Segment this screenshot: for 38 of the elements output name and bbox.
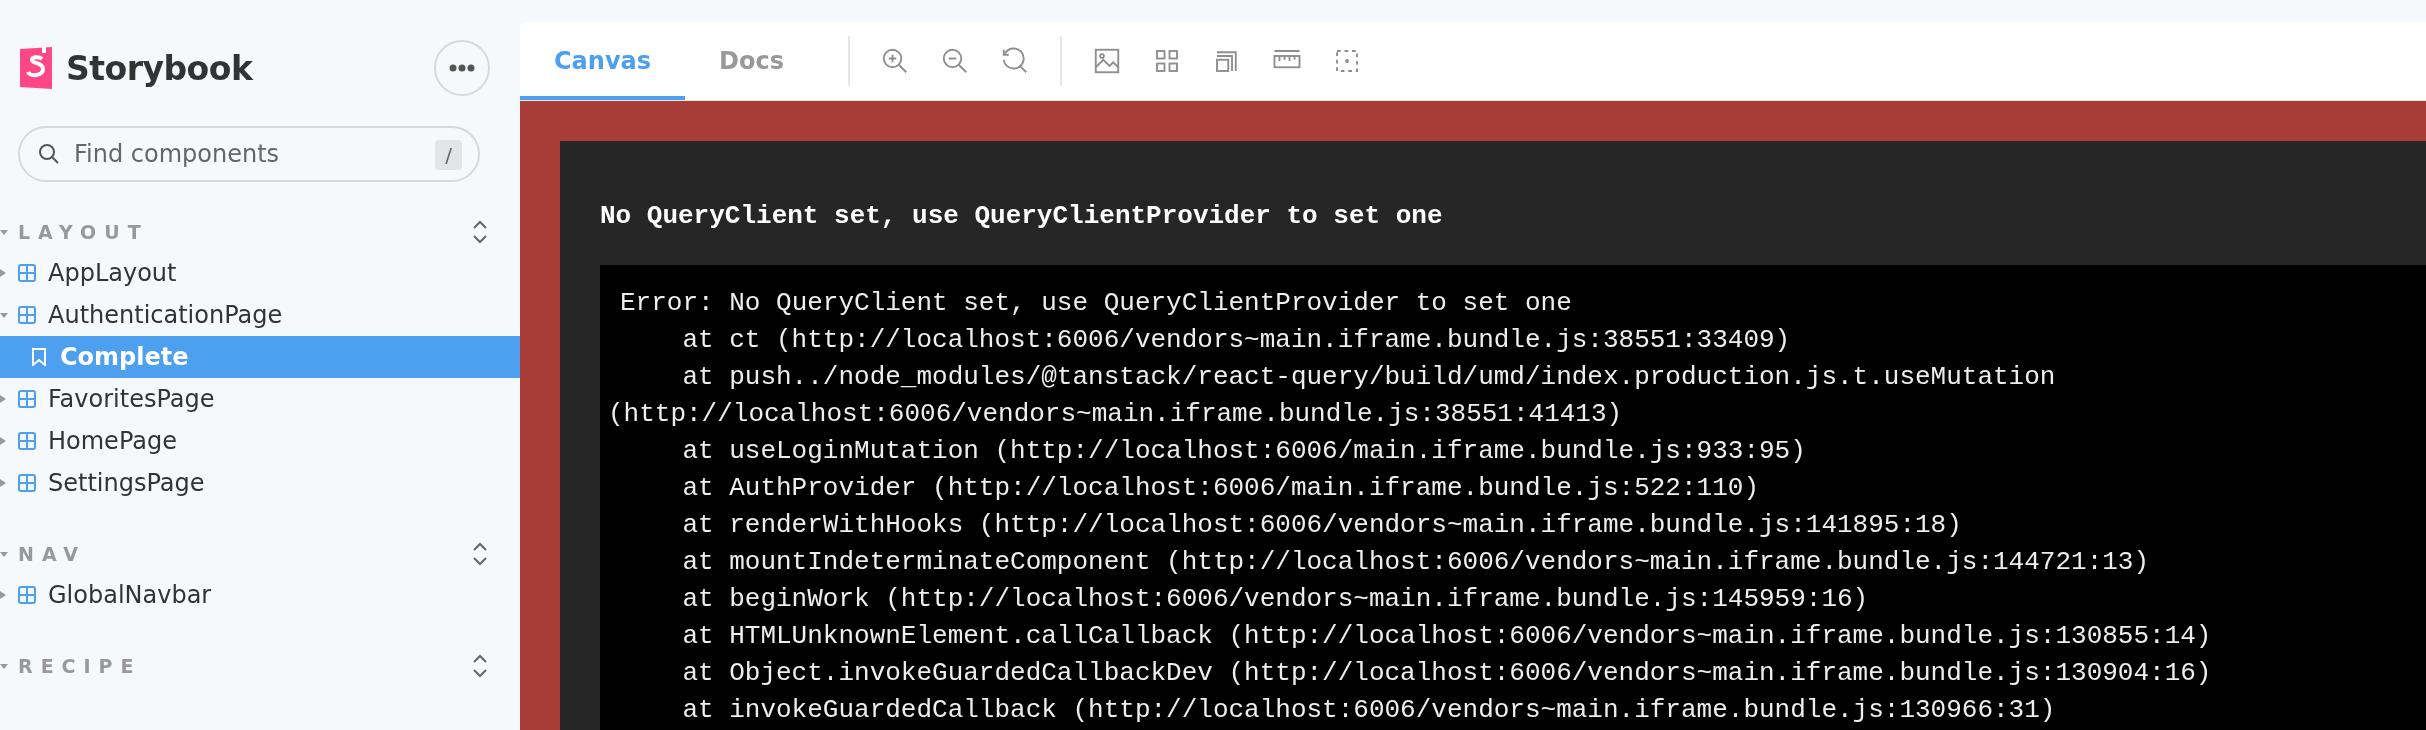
stack-trace-line: (http://localhost:6006/vendors~main.iframe.bundle.js:38551:41413) [608,398,1623,431]
caret-icon [0,550,8,558]
stack-trace-line: at useLoginMutation (http://localhost:6006/main.iframe.bundle.js:933:95) [681,435,1806,468]
tree-item[interactable]: SettingsPage [0,462,520,504]
stack-trace-line: at mountIndeterminateComponent (http://localhost:6006/vendors~main.iframe.bundle.js:144721:13) [681,546,2150,579]
stack-trace-line: Error: No QueryClient set, use QueryClientProvider to set one [620,287,1572,320]
stack-trace-line: at Object.invokeGuardedCallbackDev (http://localhost:6006/vendors~main.iframe.bundle.js:130904:16) [681,657,2212,690]
tree-item[interactable]: FavoritesPage [0,378,520,420]
stack-trace-line: at AuthProvider (http://localhost:6006/main.iframe.bundle.js:522:110) [681,472,1759,505]
stack-trace-line: at beginWork (http://localhost:6006/vendors~main.iframe.bundle.js:145959:16) [681,583,1869,616]
stack-trace-line: at HTMLUnknownElement.callCallback (http://localhost:6006/vendors~main.iframe.bundle.js:130855:14) [681,620,2212,653]
stack-trace-line: at ct (http://localhost:6006/vendors~main.iframe.bundle.js:38551:33409) [681,324,1791,357]
error-title: No QueryClient set, use QueryClientProvider to set one [600,201,1444,233]
component-icon [18,390,36,408]
stack-trace-line: at renderWithHooks (http://localhost:6006/vendors~main.iframe.bundle.js:141895:18) [681,509,1962,542]
component-icon [18,264,36,282]
tree-item[interactable]: AuthenticationPage [0,294,520,336]
brand-name: Storybook [66,48,255,88]
stack-trace-line: at push../node_modules/@tanstack/react-query/build/umd/index.production.js.t.useMutation [681,361,2056,394]
logo-icon [18,46,54,90]
shortcut-key: / [435,140,462,170]
tree-item[interactable]: AppLayout [0,252,520,294]
component-icon [18,306,36,324]
tree-item[interactable]: HomePage [0,420,520,462]
search-icon [38,143,60,165]
component-icon [18,474,36,492]
expand-collapse-icon[interactable] [472,541,488,567]
more-icon [449,64,475,72]
stack-trace-line: at invokeGuardedCallback (http://localhost:6006/vendors~main.iframe.bundle.js:130966:31) [681,694,2056,727]
component-icon [18,586,36,604]
expand-collapse-icon[interactable] [472,219,488,245]
bookmark-icon [30,348,48,366]
expand-collapse-icon[interactable] [472,653,488,679]
component-icon [18,432,36,450]
tree-item[interactable]: GlobalNavbar [0,574,520,616]
menu-button[interactable] [434,40,490,96]
caret-icon [0,228,8,236]
caret-icon [0,662,8,670]
